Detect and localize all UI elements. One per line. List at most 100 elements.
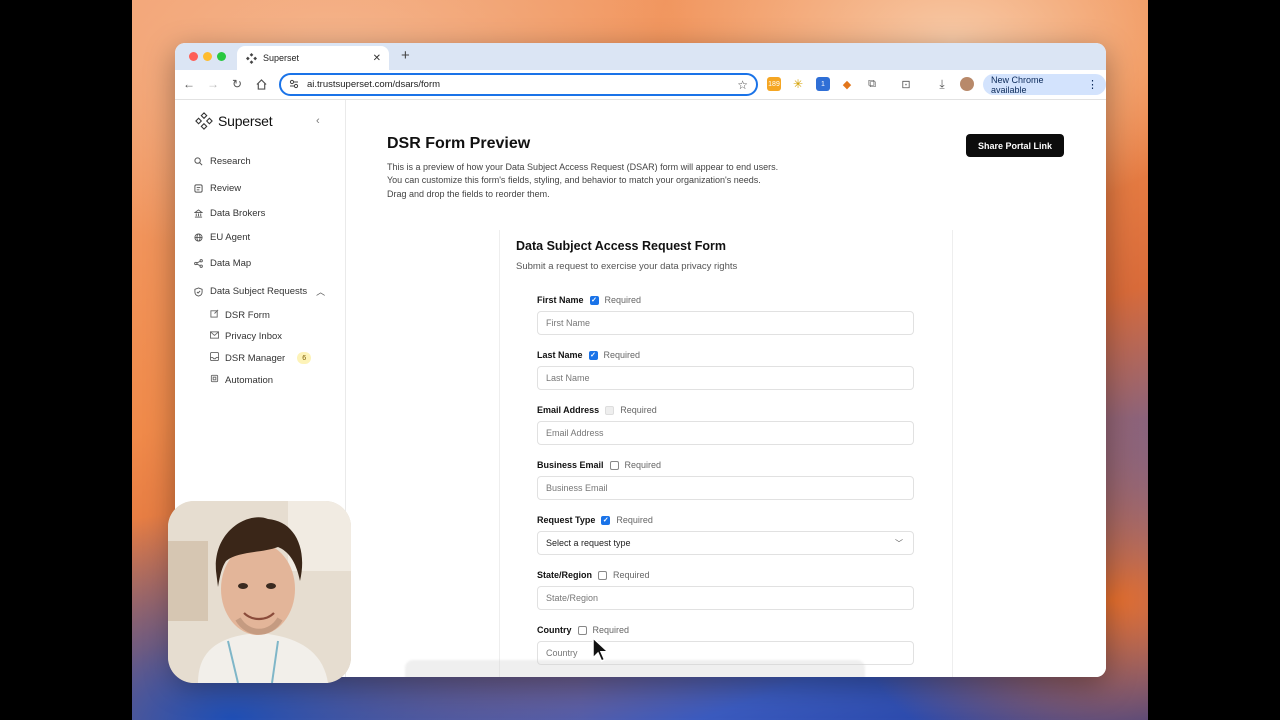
last-name-required-checkbox[interactable]: ✓ (588, 350, 598, 360)
chevron-up-icon[interactable]: ︿ (316, 285, 325, 298)
sidebar-item-label: Data Map (210, 258, 252, 269)
url-text: ai.trustsuperset.com/dsars/form (307, 79, 441, 90)
sidebar-subitem-label: DSR Manager (225, 352, 286, 364)
tab-title: Superset (263, 53, 300, 63)
sidebar-subitem-privacy-inbox[interactable]: Privacy Inbox (210, 331, 282, 342)
superset-logo[interactable]: Superset (195, 112, 273, 130)
mail-icon (210, 331, 219, 342)
sidebar-item-label: Data Brokers (210, 208, 266, 219)
sidebar-item-label: Review (210, 183, 242, 194)
desktop-wallpaper: Superset ✕ + ← → ↻ ai.trustsuperset.com/… (132, 0, 1148, 720)
sidebar-subitem-label: Automation (225, 374, 274, 386)
address-bar[interactable]: ai.trustsuperset.com/dsars/form ☆ (279, 73, 758, 96)
page-description: This is a preview of how your Data Subje… (387, 161, 847, 201)
required-label: Required (624, 460, 662, 470)
description-line: Drag and drop the fields to reorder them… (387, 188, 550, 199)
sidebar-item-data-brokers[interactable]: Data Brokers (193, 208, 265, 219)
more-menu-icon[interactable]: ⋮ (1087, 78, 1098, 91)
sidebar-item-data-map[interactable]: Data Map (193, 258, 251, 269)
sun-extension-icon[interactable]: ✳ (791, 77, 805, 91)
blurred-toast-overlay (405, 660, 865, 677)
sidebar-item-label: Research (210, 156, 251, 167)
outlook-extension-icon[interactable]: 1 (816, 77, 830, 91)
required-label: Required (613, 570, 650, 580)
back-icon[interactable]: ← (181, 76, 197, 92)
required-label: Required (620, 405, 657, 415)
forward-icon[interactable]: → (205, 76, 221, 92)
request-type-required-checkbox[interactable]: ✓ (601, 515, 611, 525)
logo-text: Superset (218, 113, 273, 129)
dsr-manager-count-badge: 6 (297, 352, 312, 364)
field-label: Business Email (537, 460, 604, 470)
sidebar-item-research[interactable]: Research (193, 156, 251, 167)
email-address-required-checkbox (605, 405, 615, 415)
request-type-label-row: Request Type ✓ Required (537, 515, 653, 525)
field-label: First Name (537, 295, 584, 305)
profile-avatar[interactable] (960, 77, 974, 91)
close-window-button[interactable] (189, 52, 198, 61)
new-tab-icon[interactable]: + (401, 47, 410, 64)
mouse-cursor-icon (591, 636, 611, 669)
field-label: Email Address (537, 405, 600, 415)
minimize-window-button[interactable] (203, 52, 212, 61)
review-icon (193, 184, 203, 194)
collapse-sidebar-icon[interactable]: ‹ (316, 115, 320, 127)
field-label: Country (537, 625, 572, 635)
first-name-input[interactable]: First Name (537, 311, 914, 335)
bookmark-star-icon[interactable]: ☆ (737, 78, 748, 92)
country-required-checkbox[interactable] (577, 625, 587, 635)
email-address-input[interactable]: Email Address (537, 421, 914, 445)
sidebar-item-review[interactable]: Review (193, 183, 241, 194)
extensions-puzzle-icon[interactable]: ⧉ (865, 77, 879, 91)
required-label: Required (616, 515, 653, 525)
maximize-window-button[interactable] (217, 52, 226, 61)
sidebar-subitem-label: Privacy Inbox (225, 331, 283, 342)
last-name-label-row: Last Name ✓ Required (537, 350, 640, 360)
site-settings-icon[interactable] (289, 76, 299, 94)
new-chrome-available-button[interactable]: New Chrome available ⋮ (983, 74, 1106, 95)
required-label: Required (592, 625, 630, 635)
page-title: DSR Form Preview (387, 135, 531, 152)
business-email-label-row: Business Email Required (537, 460, 661, 470)
sidebar-subitem-automation[interactable]: Automation (210, 374, 273, 386)
tab-bar: Superset ✕ + (175, 43, 1106, 70)
field-label: State/Region (537, 570, 593, 580)
browser-toolbar: ← → ↻ ai.trustsuperset.com/dsars/form ☆ … (175, 70, 1106, 100)
sidebar-item-data-subject-requests[interactable]: Data Subject Requests ︿ (193, 285, 325, 298)
description-line: This is a preview of how your Data Subje… (387, 162, 779, 172)
metamask-extension-icon[interactable]: ◆ (840, 77, 854, 91)
tab-close-icon[interactable]: ✕ (373, 53, 381, 64)
reload-icon[interactable]: ↻ (229, 76, 245, 92)
business-email-input[interactable]: Business Email (537, 476, 914, 500)
chevron-down-icon: ﹀ (895, 538, 903, 548)
state-region-required-checkbox[interactable] (598, 570, 608, 580)
search-icon (193, 157, 203, 167)
first-name-required-checkbox[interactable]: ✓ (589, 295, 599, 305)
sidebar-item-eu-agent[interactable]: EU Agent (193, 232, 250, 243)
sidebar-item-label: EU Agent (210, 232, 251, 243)
tab-search-icon[interactable]: ⊡ (899, 77, 913, 91)
home-icon[interactable] (253, 76, 269, 92)
select-value: Select a request type (546, 538, 631, 548)
sidebar-subitem-dsr-manager[interactable]: DSR Manager 6 (210, 352, 312, 364)
main-content: DSR Form Preview This is a preview of ho… (346, 100, 1106, 677)
tab-superset[interactable]: Superset ✕ (237, 46, 389, 70)
share-icon (193, 259, 203, 269)
request-type-select[interactable]: Select a request type ﹀ (537, 531, 914, 555)
chip-icon (210, 374, 219, 386)
share-portal-link-button[interactable]: Share Portal Link (966, 134, 1064, 157)
country-label-row: Country Required (537, 625, 629, 635)
bank-icon (193, 209, 203, 219)
state-region-input[interactable]: State/Region (537, 586, 914, 610)
state-region-label-row: State/Region Required (537, 570, 650, 580)
form-subtitle: Submit a request to exercise your data p… (516, 261, 738, 272)
field-label: Request Type (537, 515, 596, 525)
globe-icon (193, 233, 203, 243)
download-icon[interactable]: ⤓ (935, 77, 949, 91)
sidebar-subitem-dsr-form[interactable]: DSR Form (210, 309, 270, 321)
last-name-input[interactable]: Last Name (537, 366, 914, 390)
form-title: Data Subject Access Request Form (516, 239, 727, 253)
email-address-label-row: Email Address Required (537, 405, 657, 415)
business-email-required-checkbox[interactable] (609, 460, 619, 470)
calendar-extension-icon[interactable]: 189 (767, 77, 781, 91)
